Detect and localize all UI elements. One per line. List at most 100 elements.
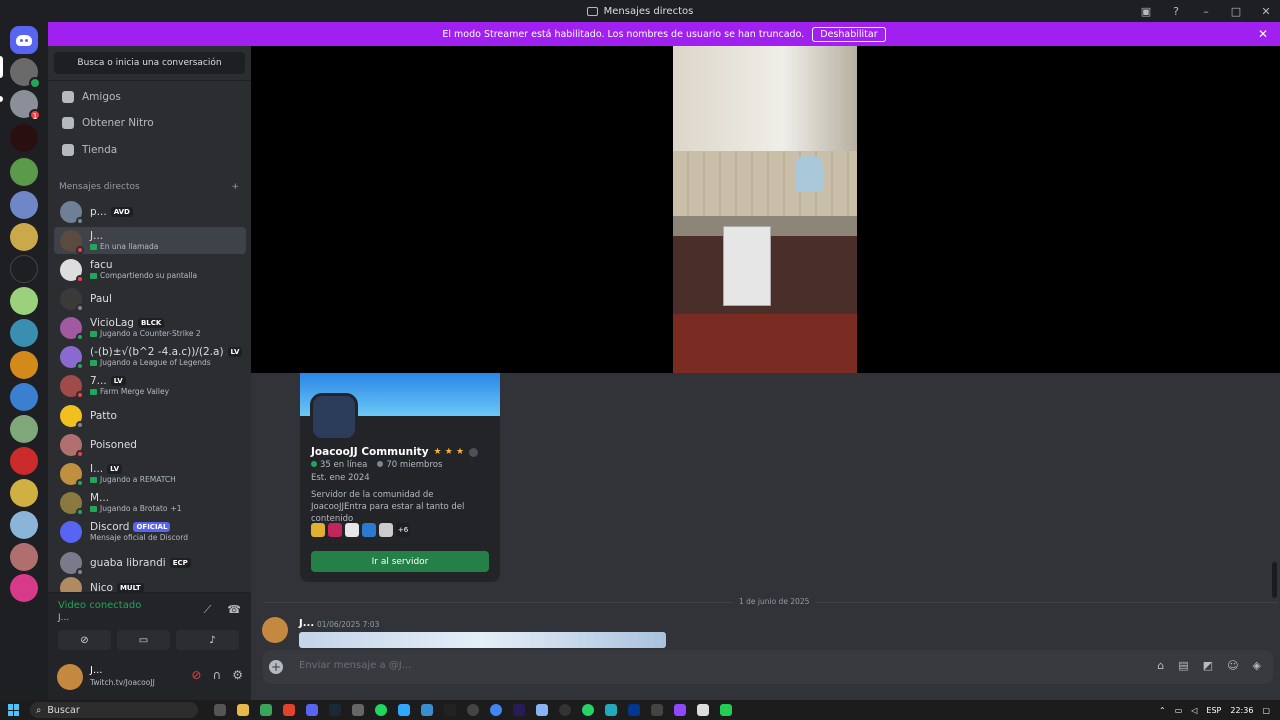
user-avatar[interactable]	[57, 664, 83, 690]
dm-item[interactable]: M... Jugando a Brotato +1	[54, 489, 246, 516]
task-view-icon[interactable]	[214, 704, 226, 716]
whatsapp-icon[interactable]	[582, 704, 594, 716]
scrollbar[interactable]	[1272, 562, 1277, 598]
dm-item[interactable]: 7... LV Farm Merge Valley	[54, 372, 246, 399]
explorer-icon[interactable]	[237, 704, 249, 716]
server-avatar[interactable]	[10, 58, 41, 89]
volume-icon[interactable]: ◁	[1191, 706, 1197, 715]
dm-item[interactable]: p... AVD	[54, 198, 246, 225]
photoshop-icon[interactable]	[398, 704, 410, 716]
brave-icon[interactable]	[283, 704, 295, 716]
taskbar-search[interactable]: ⌕ Buscar	[30, 702, 198, 718]
message-image[interactable]	[299, 632, 666, 648]
minimize-button[interactable]: –	[1198, 5, 1214, 18]
dm-item[interactable]: Poisoned	[54, 431, 246, 458]
app-icon[interactable]	[651, 704, 663, 716]
add-dm-icon[interactable]: +	[231, 182, 239, 192]
dm-item[interactable]: Paul	[54, 285, 246, 312]
search-input[interactable]: Busca o inicia una conversación	[54, 52, 245, 74]
dm-item[interactable]: Patto	[54, 402, 246, 429]
nav-nitro[interactable]: Obtener Nitro	[56, 112, 244, 134]
disable-streamer-button[interactable]: Deshabilitar	[812, 26, 886, 42]
screen-share-icon[interactable]: ▣	[1138, 5, 1154, 18]
home-button[interactable]	[10, 26, 38, 54]
server-icon[interactable]	[10, 415, 38, 443]
notifications-icon[interactable]: ▢	[1262, 706, 1270, 715]
server-icon[interactable]	[10, 511, 38, 539]
dm-name: Patto	[90, 409, 117, 422]
dm-item[interactable]: VicioLag BLCK Jugando a Counter-Strike 2	[54, 314, 246, 341]
server-icon[interactable]	[10, 383, 38, 411]
app-icon[interactable]	[260, 704, 272, 716]
soundboard-button[interactable]: ♪	[186, 630, 239, 650]
message-author[interactable]: J...	[299, 618, 314, 629]
app-icon[interactable]	[697, 704, 709, 716]
dm-item[interactable]: facu Compartiendo su pantalla	[54, 256, 246, 283]
message-avatar[interactable]	[262, 617, 288, 643]
twitch-icon[interactable]	[674, 704, 686, 716]
server-icon[interactable]	[10, 124, 38, 152]
clock[interactable]: 22:36	[1230, 706, 1253, 715]
activities-icon[interactable]: ◈	[1253, 659, 1261, 672]
server-icon[interactable]	[10, 319, 38, 347]
app-icon[interactable]	[720, 704, 732, 716]
dm-name: J...	[90, 230, 104, 242]
app-icon[interactable]	[605, 704, 617, 716]
chevron-up-icon[interactable]: ⌃	[1159, 706, 1166, 715]
language-indicator[interactable]: ESP	[1206, 706, 1221, 715]
server-icon[interactable]	[10, 191, 38, 219]
emoji-icon[interactable]: ☺	[1227, 659, 1238, 672]
server-icon[interactable]	[10, 351, 38, 379]
dm-item[interactable]: Discord OFICIAL Mensaje oficial de Discord	[54, 518, 246, 545]
app-icon[interactable]	[352, 704, 364, 716]
obs-icon[interactable]	[467, 704, 479, 716]
server-icon[interactable]	[10, 479, 38, 507]
premiere-icon[interactable]	[513, 704, 525, 716]
tiktok-icon[interactable]	[444, 704, 456, 716]
stream-video[interactable]	[251, 46, 1280, 373]
dm-item[interactable]: Nico MULT	[54, 574, 246, 592]
close-window-button[interactable]: ✕	[1258, 5, 1274, 18]
dm-item[interactable]: guaba librandi ECP	[54, 549, 246, 576]
disconnect-icon[interactable]: ☎	[227, 603, 241, 617]
server-icon[interactable]	[10, 287, 38, 315]
nav-friends[interactable]: Amigos	[56, 86, 244, 108]
spotify-icon[interactable]	[375, 704, 387, 716]
sticker-icon[interactable]: ◩	[1203, 659, 1213, 672]
app-icon[interactable]	[559, 704, 571, 716]
app-icon[interactable]	[421, 704, 433, 716]
dm-item[interactable]: I... LV Jugando a REMATCH	[54, 460, 246, 487]
dm-item-active[interactable]: J... En una llamada	[54, 227, 246, 254]
server-icon[interactable]	[10, 574, 38, 602]
windows-start-icon[interactable]	[8, 704, 20, 716]
camera-off-button[interactable]: ⊘	[58, 630, 111, 650]
server-icon[interactable]	[10, 255, 38, 283]
chrome-icon[interactable]	[490, 704, 502, 716]
share-screen-button[interactable]: ▭	[117, 630, 170, 650]
dm-item[interactable]: (-(b)±√(b^2 -4.a.c))/(2.a) LV Jugando a Le…	[54, 343, 246, 370]
settings-gear-icon[interactable]: ⚙	[232, 668, 243, 682]
go-to-server-button[interactable]: Ir al servidor	[311, 551, 489, 572]
server-avatar[interactable]: 1	[10, 90, 41, 121]
network-icon[interactable]: ▭	[1175, 706, 1183, 715]
steam-icon[interactable]	[329, 704, 341, 716]
avatar	[60, 258, 84, 283]
discord-icon[interactable]	[306, 704, 318, 716]
close-banner-icon[interactable]: ✕	[1258, 27, 1268, 41]
message-input[interactable]: Enviar mensaje a @J...	[299, 660, 411, 671]
help-icon[interactable]: ?	[1168, 5, 1184, 18]
server-icon[interactable]	[10, 223, 38, 251]
maximize-button[interactable]: □	[1228, 5, 1244, 18]
server-icon[interactable]	[10, 158, 38, 186]
mic-muted-icon[interactable]: ⊘	[191, 668, 201, 682]
noise-suppression-icon[interactable]: ⟋	[204, 603, 212, 617]
nav-store[interactable]: Tienda	[56, 139, 244, 161]
headphones-icon[interactable]: ∩	[212, 668, 221, 682]
gift-icon[interactable]: ⌂	[1157, 659, 1164, 672]
server-icon[interactable]	[10, 543, 38, 571]
gif-icon[interactable]: ▤	[1178, 659, 1188, 672]
add-attachment-icon[interactable]: +	[269, 660, 283, 674]
server-icon[interactable]	[10, 447, 38, 475]
app-icon[interactable]	[628, 704, 640, 716]
app-icon[interactable]	[536, 704, 548, 716]
